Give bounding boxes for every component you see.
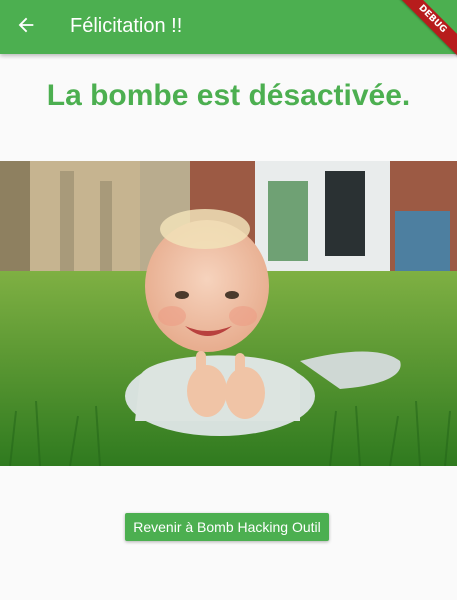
arrow-back-icon <box>15 14 37 41</box>
app-bar-title: Félicitation !! <box>70 15 183 37</box>
return-to-bomb-hacking-tool-button[interactable]: Revenir à Bomb Hacking Outil <box>125 513 329 541</box>
baby-photo <box>0 161 457 466</box>
back-button[interactable] <box>6 7 46 47</box>
success-headline: La bombe est désactivée. <box>46 79 411 112</box>
app-bar: Félicitation !! <box>0 0 457 54</box>
